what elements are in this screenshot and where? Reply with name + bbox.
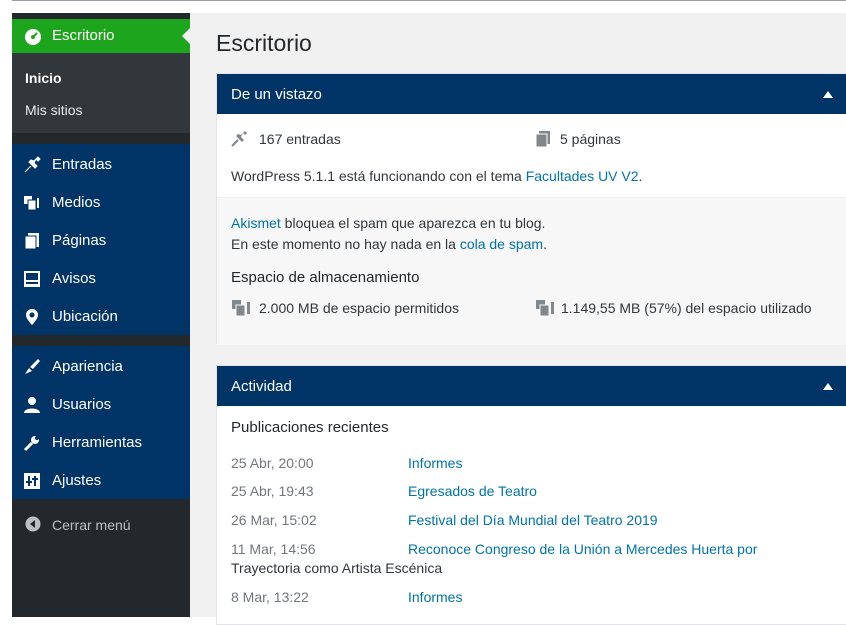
post-link[interactable]: Informes [408,589,462,605]
pages-icon [535,131,551,150]
menu-ajustes-label: Ajustes [52,472,102,489]
menu-usuarios-label: Usuarios [52,396,112,413]
at-a-glance-widget: De un vistazo 167 entradas 5 páginas Wor… [216,73,846,345]
submenu-inicio[interactable]: Inicio [25,70,62,86]
version-line: WordPress 5.1.1 está funcionando con el … [231,168,642,184]
akismet-line: Akismet bloquea el spam que aparezca en … [231,215,545,231]
activity-title: Actividad [231,378,292,395]
spam-text: En este momento no hay nada en la [231,236,460,252]
users-icon [23,396,41,414]
menu-avisos-label: Avisos [52,270,96,287]
menu-herramientas[interactable]: Herramientas [12,424,190,462]
location-icon [23,308,41,326]
posts-count-link[interactable]: 167 entradas [259,131,341,147]
notices-icon [23,270,41,288]
activity-widget: Actividad Publicaciones recientes 25 Abr… [216,365,846,625]
post-date: 11 Mar, 14:56 [231,541,316,557]
menu-apariencia-label: Apariencia [52,358,123,375]
menu-herramientas-label: Herramientas [52,434,143,451]
post-link[interactable]: Egresados de Teatro [408,483,537,499]
menu-medios[interactable]: Medios [12,184,190,222]
menu-avisos[interactable]: Avisos [12,260,190,298]
spam-period: . [543,236,547,252]
spam-queue-link[interactable]: cola de spam [460,236,543,252]
akismet-link[interactable]: Akismet [231,215,281,231]
collapse-menu-button[interactable]: Cerrar menú [12,506,190,542]
glance-extra-panel: Akismet bloquea el spam que aparezca en … [217,197,846,345]
media-icon [231,299,253,320]
menu-entradas[interactable]: Entradas [12,146,190,184]
media-icon [23,194,41,212]
menu-paginas-label: Páginas [52,232,107,249]
theme-link[interactable]: Facultades UV V2 [526,168,639,184]
collapse-menu-label: Cerrar menú [52,517,131,533]
activity-header[interactable]: Actividad [217,366,846,406]
glance-title: De un vistazo [231,86,322,103]
brush-icon [23,358,41,376]
menu-usuarios[interactable]: Usuarios [12,386,190,424]
post-link[interactable]: Festival del Día Mundial del Teatro 2019 [408,512,658,528]
media-icon [535,299,557,320]
collapse-arrow-icon [25,516,41,535]
pages-icon [23,232,41,250]
menu-entradas-label: Entradas [52,156,113,173]
settings-icon [23,472,41,490]
post-date: 25 Abr, 19:43 [231,483,314,499]
akismet-text: bloquea el spam que aparezca en tu blog. [280,215,546,231]
post-date: 26 Mar, 15:02 [231,512,317,528]
menu-escritorio-label: Escritorio [52,27,115,44]
menu-group-admin: Apariencia Usuarios Herramientas Ajustes [12,346,190,499]
dashboard-icon [24,28,42,49]
menu-escritorio[interactable]: Escritorio [12,19,190,53]
escritorio-submenu: Inicio Mis sitios [12,53,190,133]
menu-ajustes[interactable]: Ajustes [12,462,190,500]
menu-ubicacion[interactable]: Ubicación [12,298,190,336]
storage-used-link[interactable]: 1.149,55 MB (57%) del espacio utilizado [561,300,812,316]
pages-count-link[interactable]: 5 páginas [560,131,621,147]
version-period: . [638,168,643,184]
post-link[interactable]: Reconoce Congreso de la Unión a Mercedes… [408,541,757,557]
window-edge [0,0,12,617]
admin-sidebar: Escritorio Inicio Mis sitios Entradas Me… [12,13,190,617]
version-text: WordPress 5.1.1 está funcionando con el … [231,168,526,184]
menu-paginas[interactable]: Páginas [12,222,190,260]
collapse-toggle-icon[interactable] [823,383,833,390]
post-link-continuation[interactable]: Trayectoria como Artista Escénica [231,560,442,576]
recent-posts-heading: Publicaciones recientes [231,419,389,436]
current-indicator [182,28,190,44]
glance-header[interactable]: De un vistazo [217,74,846,114]
menu-group-content: Entradas Medios Páginas Avisos Ubicación [12,144,190,335]
submenu-mis-sitios[interactable]: Mis sitios [25,102,83,118]
wrench-icon [23,434,41,452]
post-link[interactable]: Informes [408,455,462,471]
post-date: 25 Abr, 20:00 [231,455,314,471]
collapse-toggle-icon[interactable] [823,91,833,98]
storage-allowed-link[interactable]: 2.000 MB de espacio permitidos [259,300,459,316]
storage-title: Espacio de almacenamiento [231,269,420,286]
menu-apariencia[interactable]: Apariencia [12,348,190,386]
menu-medios-label: Medios [52,194,101,211]
post-date: 8 Mar, 13:22 [231,589,309,605]
spam-line: En este momento no hay nada en la cola d… [231,236,547,252]
page-title: Escritorio [216,30,312,56]
pin-icon [23,156,41,174]
menu-ubicacion-label: Ubicación [52,308,118,325]
dashboard-main: Escritorio De un vistazo 167 entradas 5 … [190,13,846,625]
top-border [12,0,846,13]
pin-icon [231,131,249,150]
